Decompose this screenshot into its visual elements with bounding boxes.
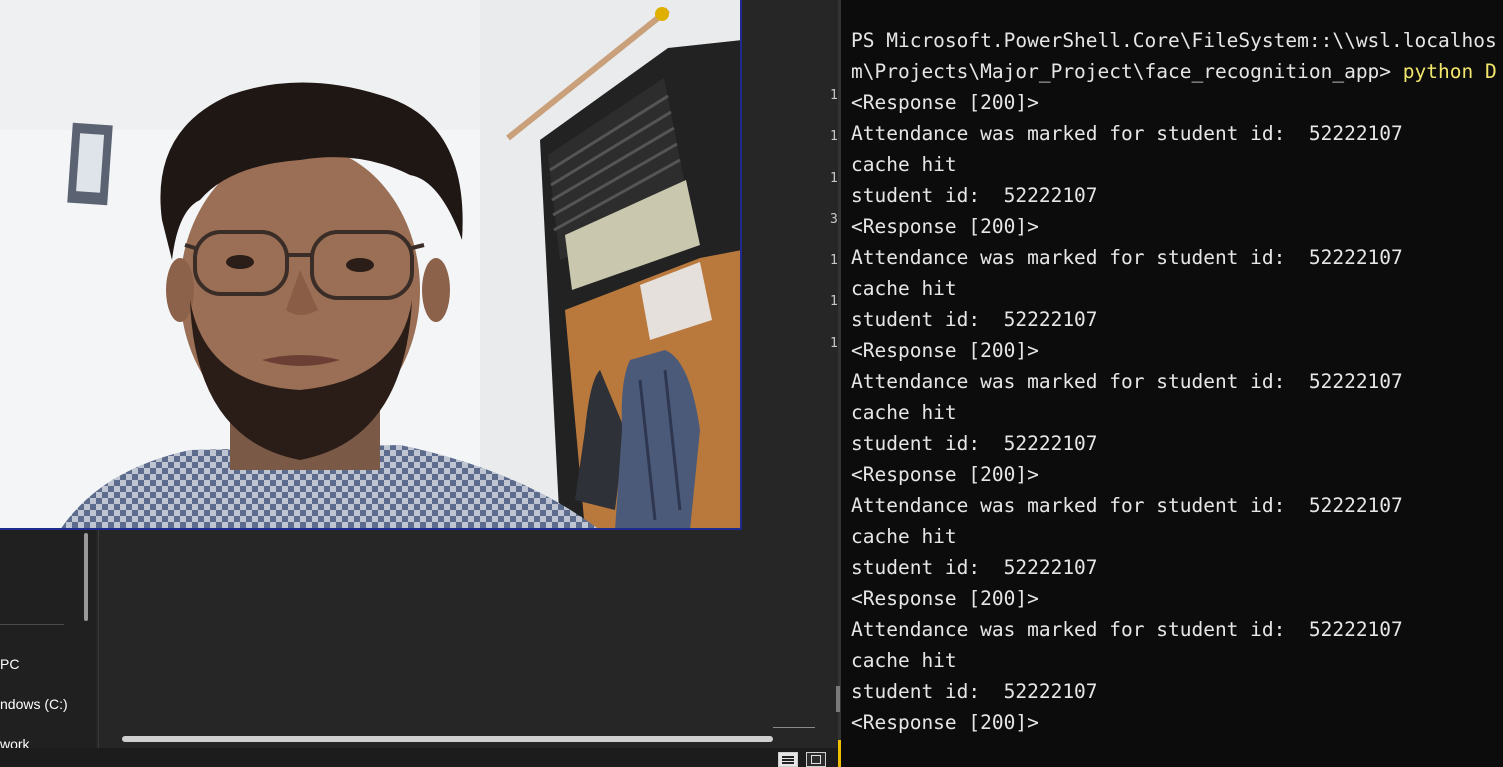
output-line: <Response [200]> — [851, 91, 1039, 114]
editor-divider — [773, 727, 815, 728]
output-line: cache hit — [851, 649, 957, 672]
output-line: Attendance was marked for student id: 52… — [851, 618, 1403, 641]
nav-item-this-pc[interactable]: PC — [0, 656, 19, 672]
details-view-icon — [782, 756, 794, 764]
divider-scroll-thumb[interactable] — [836, 686, 840, 712]
output-line: student id: 52222107 — [851, 432, 1098, 455]
output-line: cache hit — [851, 401, 957, 424]
output-line: student id: 52222107 — [851, 184, 1098, 207]
nav-pane-scrollbar[interactable] — [84, 533, 88, 621]
line-number: 1 — [830, 88, 838, 103]
output-line: Attendance was marked for student id: 52… — [851, 246, 1403, 269]
line-number: 1 — [830, 253, 838, 268]
nav-item-windows-drive[interactable]: ndows (C:) — [0, 696, 68, 712]
webcam-frame — [0, 0, 740, 528]
command-text: python D — [1402, 60, 1497, 83]
output-line: cache hit — [851, 153, 957, 176]
webcam-feed-window — [0, 0, 742, 530]
output-line: student id: 52222107 — [851, 680, 1098, 703]
details-view-button[interactable] — [778, 752, 798, 767]
pane-divider — [98, 530, 99, 767]
output-line: <Response [200]> — [851, 711, 1039, 734]
desktop: PC ndows (C:) work 1 1 1 3 1 1 1 PS Micr… — [0, 0, 1503, 767]
line-number: 1 — [830, 336, 838, 351]
prompt-path: m\Projects\Major_Project\face_recognitio… — [851, 60, 1403, 83]
output-line: <Response [200]> — [851, 215, 1039, 238]
output-line: student id: 52222107 — [851, 308, 1098, 331]
output-line: cache hit — [851, 525, 957, 548]
output-line: <Response [200]> — [851, 339, 1039, 362]
terminal-panel[interactable]: PS Microsoft.PowerShell.Core\FileSystem:… — [841, 0, 1503, 767]
terminal-output: PS Microsoft.PowerShell.Core\FileSystem:… — [851, 25, 1497, 738]
output-line: <Response [200]> — [851, 587, 1039, 610]
explorer-nav-pane — [0, 530, 96, 767]
output-line: Attendance was marked for student id: 52… — [851, 122, 1403, 145]
line-number: 1 — [830, 294, 838, 309]
prompt-line: PS Microsoft.PowerShell.Core\FileSystem:… — [851, 29, 1497, 52]
prompt-line: m\Projects\Major_Project\face_recognitio… — [851, 56, 1497, 87]
explorer-status-bar — [0, 748, 838, 767]
tiles-view-button[interactable] — [806, 752, 826, 767]
line-number: 3 — [830, 212, 838, 227]
output-line: Attendance was marked for student id: 52… — [851, 494, 1403, 517]
tiles-view-icon — [811, 755, 821, 764]
output-line: Attendance was marked for student id: 52… — [851, 370, 1403, 393]
line-number: 1 — [830, 129, 838, 144]
output-line: student id: 52222107 — [851, 556, 1098, 579]
line-number: 1 — [830, 171, 838, 186]
output-line: <Response [200]> — [851, 463, 1039, 486]
nav-divider — [0, 624, 64, 625]
output-line: cache hit — [851, 277, 957, 300]
horizontal-scrollbar[interactable] — [122, 736, 773, 742]
